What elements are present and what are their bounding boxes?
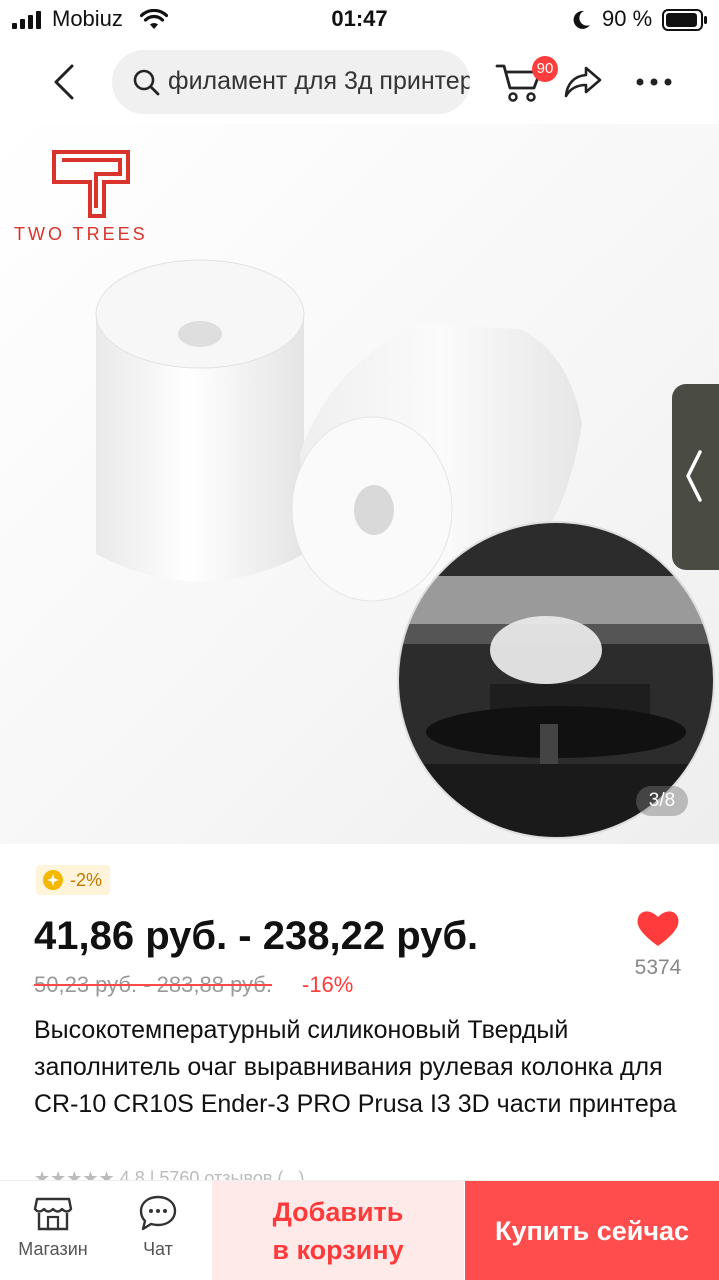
wishlist-count: 5374 — [634, 956, 682, 979]
add-to-cart-button[interactable]: Добавить в корзину — [212, 1181, 464, 1280]
product-title: Высокотемпературный силиконовый Твердый … — [34, 1016, 677, 1118]
original-price: 50,23 руб. - 283,88 руб. — [34, 972, 273, 997]
chat-bubble-icon — [139, 1195, 177, 1231]
bottom-action-bar: Магазин Чат Добавить в корзину Купить се… — [0, 1180, 719, 1280]
status-bar: Mobiuz 01:47 90 % — [0, 0, 719, 40]
add-to-cart-line2: в корзину — [272, 1235, 404, 1265]
store-label: Магазин — [18, 1239, 88, 1259]
store-tab[interactable]: Магазин — [8, 1193, 98, 1260]
search-icon — [133, 69, 160, 96]
battery-percent: 90 % — [602, 6, 653, 31]
gallery-side-tab[interactable] — [672, 384, 719, 570]
chat-tab[interactable]: Чат — [113, 1193, 203, 1260]
heart-icon[interactable] — [636, 908, 680, 948]
discount-percent: -16% — [302, 972, 354, 997]
coin-discount-badge: -2% — [36, 865, 111, 895]
share-icon[interactable] — [562, 62, 604, 102]
more-options-icon[interactable] — [634, 70, 674, 94]
battery-icon — [662, 9, 707, 31]
search-query: филамент для 3д принтера — [168, 67, 470, 95]
chat-label: Чат — [143, 1239, 173, 1259]
coin-icon — [43, 870, 63, 890]
store-icon — [33, 1197, 73, 1231]
search-bar[interactable]: филамент для 3д принтера — [112, 50, 470, 114]
silicone-spacers-photo — [95, 259, 715, 839]
top-navigation: филамент для 3д принтера 90 — [0, 40, 719, 124]
do-not-disturb-moon-icon — [573, 10, 590, 29]
coin-discount-text: -2% — [70, 869, 103, 890]
buy-now-button[interactable]: Купить сейчас — [465, 1181, 719, 1280]
image-counter: 3/8 — [636, 786, 688, 816]
cart-count-badge: 90 — [532, 56, 558, 82]
add-to-cart-line1: Добавить — [272, 1197, 404, 1227]
chevron-left-icon — [686, 450, 702, 502]
product-image-gallery[interactable]: TWO TREES 3/8 — [0, 124, 719, 844]
current-price: 41,86 руб. - 238,22 руб. — [34, 914, 479, 958]
back-arrow-icon[interactable] — [44, 60, 88, 104]
